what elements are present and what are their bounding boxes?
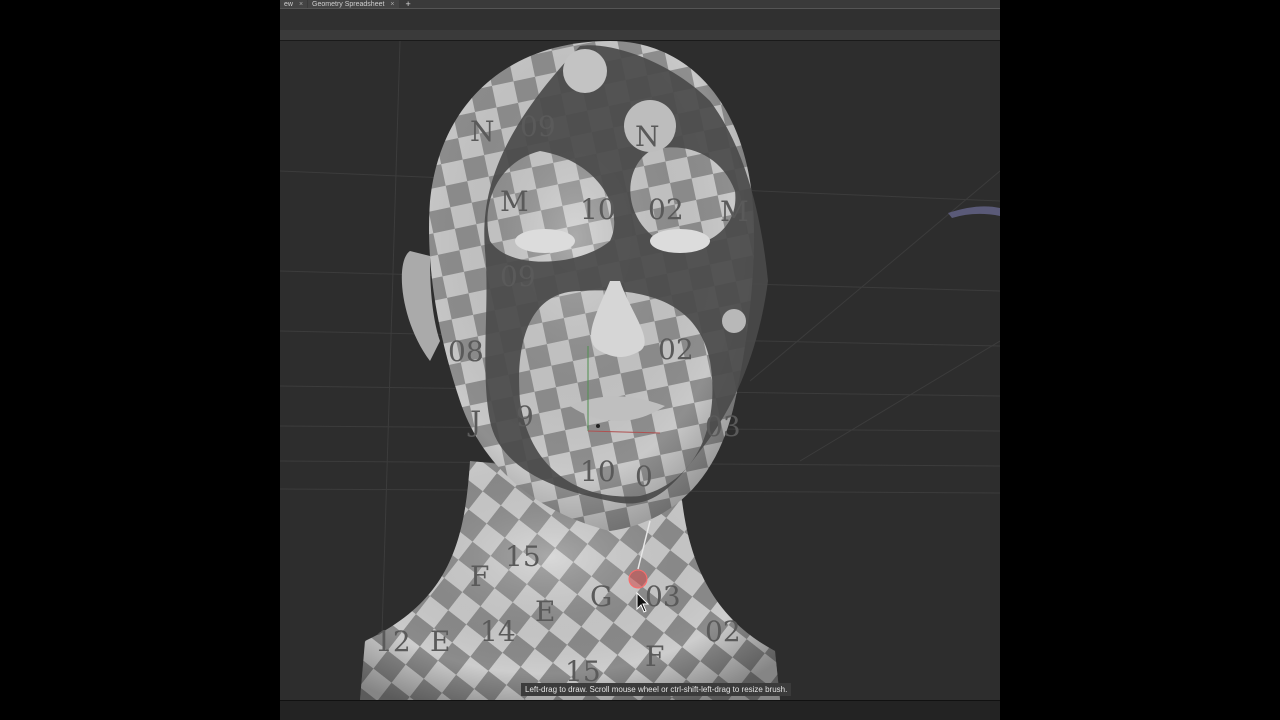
uv-label: E [430, 625, 450, 658]
uv-label: 08 [448, 335, 484, 368]
houdini-app-window: ew × Geometry Spreadsheet × + M 10 02 M … [280, 0, 1000, 720]
tab-label: ew [284, 0, 293, 8]
right-eye [650, 229, 710, 253]
uv-label: J [467, 405, 481, 438]
close-icon[interactable]: × [390, 1, 394, 8]
uv-label: 0 [635, 460, 653, 493]
uv-label: 09 [520, 110, 556, 143]
pane-tab-bar: ew × Geometry Spreadsheet × + [280, 0, 1000, 9]
uv-label: 14 [480, 615, 516, 648]
uv-label: 9 [516, 400, 534, 433]
uv-label: 03 [645, 580, 681, 613]
uv-label: 15 [505, 540, 541, 573]
close-icon[interactable]: × [299, 1, 303, 8]
uv-label: 12 [375, 625, 411, 658]
uv-label: 02 [648, 193, 684, 226]
uv-label: N [470, 115, 495, 148]
tab-view[interactable]: ew × [280, 0, 308, 8]
uv-label: M [720, 195, 749, 228]
status-bar [280, 700, 1000, 720]
uv-label: 02 [658, 333, 694, 366]
uv-label: F [470, 560, 489, 593]
uv-label: F [645, 640, 664, 673]
uv-label: 10 [580, 455, 616, 488]
uv-label: 09 [500, 260, 536, 293]
uv-label: M [500, 185, 529, 218]
viewport-hint-text: Left-drag to draw. Scroll mouse wheel or… [521, 683, 792, 696]
viewport-toolbar [280, 8, 1000, 32]
viewport-scene: M 10 02 M N 09 N 09 08 02 9 J 10 0 03 15… [280, 41, 1000, 700]
uv-label: N [635, 120, 660, 153]
letterbox-left [0, 0, 280, 720]
tab-label: Geometry Spreadsheet [312, 0, 385, 8]
uv-label: 10 [580, 193, 616, 226]
uv-label: G [590, 580, 612, 613]
uv-label: 02 [705, 615, 741, 648]
letterbox-right [1000, 0, 1280, 720]
uv-label: 03 [705, 410, 741, 443]
3d-viewport[interactable]: M 10 02 M N 09 N 09 08 02 9 J 10 0 03 15… [280, 41, 1000, 700]
uv-label: E [535, 595, 555, 628]
tab-geometry-spreadsheet[interactable]: Geometry Spreadsheet × [308, 0, 399, 8]
left-eye [515, 229, 575, 253]
viewport-toolbar-strip [280, 30, 1000, 41]
